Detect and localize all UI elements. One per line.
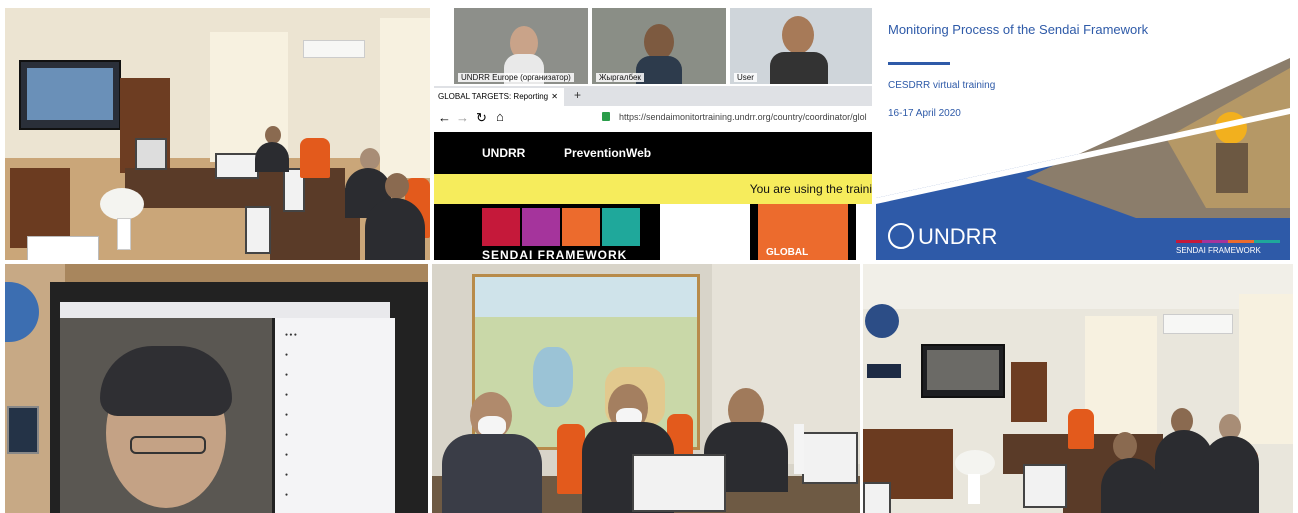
orange-card: GLOBAL bbox=[758, 204, 848, 260]
flowers bbox=[955, 450, 995, 476]
slide-footer: SENDAI FRAMEWORK bbox=[1176, 246, 1261, 255]
photo-office-2 bbox=[863, 264, 1293, 513]
stripe bbox=[1254, 240, 1280, 243]
color-tile bbox=[522, 208, 560, 246]
monitor bbox=[802, 432, 858, 484]
site-nav: UNDRR PreventionWeb bbox=[434, 132, 872, 174]
nav-link-preventionweb[interactable]: PreventionWeb bbox=[564, 146, 651, 160]
training-banner: You are using the traini bbox=[434, 174, 872, 204]
browser-tab-bar: GLOBAL TARGETS: Reporting ✕ + bbox=[434, 86, 872, 106]
new-tab-icon[interactable]: + bbox=[574, 88, 581, 102]
participant-name: UNDRR Europe (организатор) bbox=[458, 73, 574, 82]
stripe bbox=[1202, 240, 1228, 243]
slide-subtitle: CESDRR virtual training bbox=[888, 80, 996, 91]
desk-flag bbox=[794, 424, 804, 474]
back-icon[interactable]: ← bbox=[438, 110, 451, 125]
slide-graphic bbox=[876, 58, 1290, 260]
wall-switch bbox=[7, 406, 39, 454]
slide-title: Monitoring Process of the Sendai Framewo… bbox=[888, 22, 1149, 37]
participant-tile: User bbox=[730, 8, 872, 84]
participant-name: Жыргалбек bbox=[596, 73, 644, 82]
color-tile bbox=[482, 208, 520, 246]
color-tile bbox=[602, 208, 640, 246]
flowers bbox=[100, 188, 144, 220]
video-call-screenshot: UNDRR Europe (организатор) Жыргалбек Use… bbox=[434, 8, 872, 260]
un-emblem-icon bbox=[888, 223, 914, 249]
slide-dates: 16-17 April 2020 bbox=[888, 108, 961, 119]
participant-tile: Жыргалбек bbox=[592, 8, 726, 84]
sendai-header: SENDAI FRAMEWORK GLOBAL bbox=[434, 204, 872, 260]
sendai-framework-label: SENDAI FRAMEWORK bbox=[482, 248, 628, 260]
close-icon[interactable]: ✕ bbox=[551, 88, 558, 106]
browser-tab[interactable]: GLOBAL TARGETS: Reporting ✕ bbox=[434, 88, 564, 106]
lock-icon bbox=[602, 112, 610, 121]
wall-tv bbox=[19, 60, 121, 130]
monitor bbox=[632, 454, 726, 512]
photo-office bbox=[5, 8, 430, 260]
tab-title: GLOBAL TARGETS: Reporting bbox=[438, 92, 549, 101]
wall-tv bbox=[921, 344, 1005, 398]
undrr-logo: UNDRR bbox=[918, 224, 998, 249]
stripe bbox=[1228, 240, 1254, 243]
nav-link-undrr[interactable]: UNDRR bbox=[482, 146, 525, 160]
reload-icon[interactable]: ↻ bbox=[476, 110, 487, 126]
global-label: GLOBAL bbox=[766, 247, 809, 258]
photo-meeting bbox=[432, 264, 860, 513]
title-underline bbox=[888, 62, 950, 65]
forward-icon[interactable]: → bbox=[456, 110, 469, 125]
stripe bbox=[1176, 240, 1202, 243]
address-bar[interactable]: ← → ↻ ⌂ https://sendaimonitortraining.un… bbox=[434, 106, 872, 133]
un-emblem-icon bbox=[865, 304, 899, 338]
participant-tile: UNDRR Europe (организатор) bbox=[454, 8, 588, 84]
photo-screen: ● ● ● ● ● ● ● ● ● ● ● bbox=[5, 264, 428, 513]
url-text[interactable]: https://sendaimonitortraining.undrr.org/… bbox=[619, 112, 867, 122]
participant-name: User bbox=[734, 73, 757, 82]
tv-screen: ● ● ● ● ● ● ● ● ● ● ● bbox=[50, 282, 428, 513]
home-icon[interactable]: ⌂ bbox=[496, 109, 504, 124]
banner-text: You are using the traini bbox=[749, 182, 872, 196]
color-tile bbox=[562, 208, 600, 246]
white-card bbox=[660, 204, 750, 260]
title-slide: Monitoring Process of the Sendai Framewo… bbox=[876, 8, 1290, 260]
